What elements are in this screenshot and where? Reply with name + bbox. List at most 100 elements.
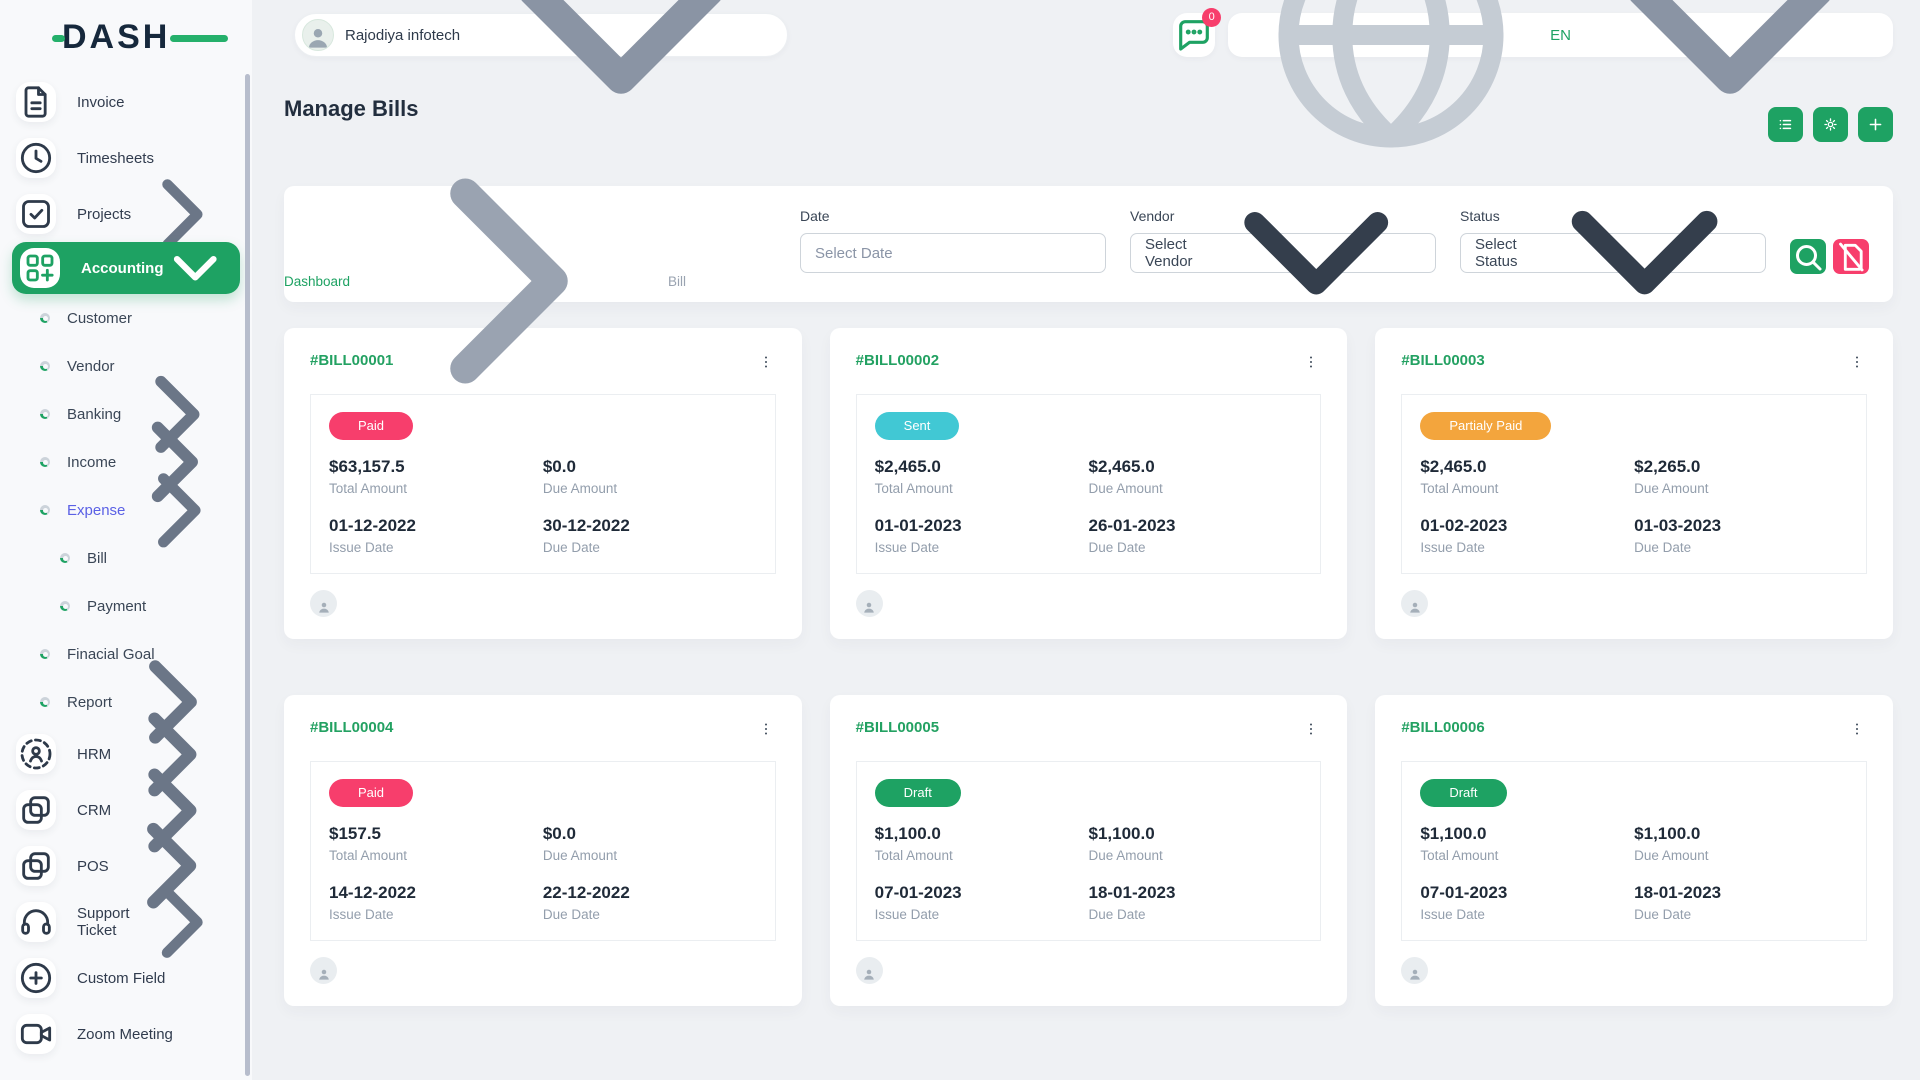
company-avatar [302,19,334,51]
status-badge: Paid [329,779,413,807]
logo-text: DASH [62,18,170,56]
projects-icon [16,194,56,234]
due-amount-label: Due Amount [543,481,757,496]
kebab-icon [758,721,774,737]
sidebar-item-support-ticket[interactable]: Support Ticket [0,894,252,950]
due-date-label: Due Date [1634,907,1848,922]
messages-button[interactable]: 0 [1173,13,1215,57]
sidebar-item-label: Income [67,454,116,471]
vendor-avatar[interactable] [310,957,337,984]
due-date-label: Due Date [1634,540,1848,555]
due-date-value: 18-01-2023 [1634,883,1848,903]
crm-icon [16,790,56,830]
list-icon [1777,116,1794,133]
create-bill-button[interactable] [1858,107,1893,142]
accounting-icon [20,248,60,288]
breadcrumb: Dashboard Bill [284,131,1893,431]
support-ticket-icon [16,902,56,942]
sidebar-item-customer[interactable]: Customer [0,294,252,342]
sidebar-item-label: POS [77,858,109,875]
sidebar-item-label: CRM [77,802,111,819]
sidebar-item-projects[interactable]: Projects [0,186,252,242]
issue-date-label: Issue Date [875,907,1089,922]
status-badge: Draft [1420,779,1506,807]
total-amount-label: Total Amount [875,481,1089,496]
circle-dot-icon [60,553,70,563]
issue-date-value: 07-01-2023 [1420,883,1634,903]
vendor-avatar[interactable] [310,590,337,617]
sidebar-item-label: Expense [67,502,125,519]
person-icon [1407,963,1423,979]
vendor-avatar[interactable] [1401,590,1428,617]
issue-date-label: Issue Date [329,907,543,922]
bill-id-link[interactable]: #BILL00006 [1401,719,1484,736]
sidebar-item-label: Projects [77,206,131,223]
list-view-button[interactable] [1768,107,1803,142]
issue-date-value: 01-01-2023 [875,516,1089,536]
app-logo[interactable]: DASH [62,18,202,60]
bill-card--bill00006: #BILL00006Draft$1,100.0Total Amount$1,10… [1375,695,1893,1006]
chevron-right-icon [125,456,234,565]
bill-id-link[interactable]: #BILL00005 [856,719,939,736]
company-selector[interactable]: Rajodiya infotech [294,13,788,57]
total-amount-value: $1,100.0 [875,824,1089,844]
person-icon [316,963,332,979]
issue-date-value: 07-01-2023 [875,883,1089,903]
sidebar-item-label: Vendor [67,358,115,375]
chevron-down-icon [164,237,227,300]
language-selector[interactable]: EN [1228,13,1893,57]
kebab-icon [1849,721,1865,737]
due-amount-label: Due Amount [1634,481,1848,496]
bill-card-menu-button[interactable] [756,719,776,739]
total-amount-value: $157.5 [329,824,543,844]
due-date-label: Due Date [1088,540,1302,555]
person-icon [861,596,877,612]
custom-field-icon [16,958,56,998]
sidebar-item-custom-field[interactable]: Custom Field [0,950,252,1006]
bill-id-link[interactable]: #BILL00004 [310,719,393,736]
person-icon [316,596,332,612]
due-amount-label: Due Amount [1634,848,1848,863]
due-amount-value: $2,465.0 [1088,457,1302,477]
issue-date-label: Issue Date [875,540,1089,555]
sidebar-item-zoom-meeting[interactable]: Zoom Meeting [0,1006,252,1062]
notification-badge: 0 [1202,8,1221,27]
topbar: Rajodiya infotech 0 EN [252,0,1920,70]
page-title: Manage Bills [284,70,1893,122]
sidebar: DASH InvoiceTimesheetsProjectsAccounting… [0,0,252,1080]
vendor-avatar[interactable] [856,957,883,984]
circle-dot-icon [40,457,50,467]
sidebar-item-invoice[interactable]: Invoice [0,74,252,130]
vendor-avatar[interactable] [1401,957,1428,984]
total-amount-value: $2,465.0 [875,457,1089,477]
sidebar-item-label: HRM [77,746,111,763]
due-amount-label: Due Amount [1088,848,1302,863]
circle-dot-icon [40,649,50,659]
vendor-avatar[interactable] [856,590,883,617]
sidebar-item-label: Bill [87,550,107,567]
sidebar-item-payment[interactable]: Payment [0,582,252,630]
due-date-value: 18-01-2023 [1088,883,1302,903]
language-code: EN [1550,27,1571,44]
due-amount-value: $1,100.0 [1634,824,1848,844]
due-amount-label: Due Amount [543,848,757,863]
due-date-label: Due Date [543,540,757,555]
sidebar-item-accounting[interactable]: Accounting [12,242,240,294]
issue-date-label: Issue Date [1420,907,1634,922]
breadcrumb-dashboard-link[interactable]: Dashboard [284,274,350,289]
sidebar-scrollbar[interactable] [245,74,250,1076]
settings-button[interactable] [1813,107,1848,142]
sidebar-item-label: Banking [67,406,121,423]
bill-card-menu-button[interactable] [1847,719,1867,739]
due-amount-label: Due Amount [1088,481,1302,496]
total-amount-label: Total Amount [1420,848,1634,863]
total-amount-label: Total Amount [329,481,543,496]
total-amount-value: $1,100.0 [1420,824,1634,844]
bill-card-menu-button[interactable] [1301,719,1321,739]
clock-icon [16,138,56,178]
sidebar-item-expense[interactable]: Expense [0,486,252,534]
bill-summary-box: Draft$1,100.0Total Amount$1,100.0Due Amo… [856,761,1322,941]
due-date-value: 22-12-2022 [543,883,757,903]
issue-date-value: 01-12-2022 [329,516,543,536]
due-date-value: 26-01-2023 [1088,516,1302,536]
